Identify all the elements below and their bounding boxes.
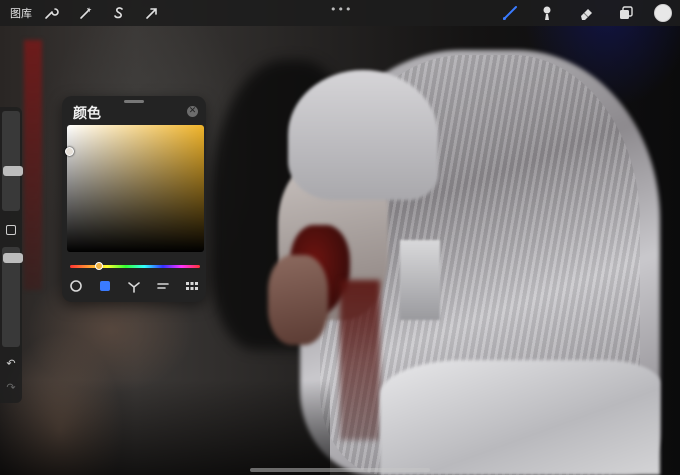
close-icon[interactable]: ✕ bbox=[187, 106, 198, 117]
brush-icon[interactable] bbox=[501, 4, 519, 22]
left-sidebar: ↶ ↷ bbox=[0, 107, 23, 403]
modify-button[interactable] bbox=[6, 225, 16, 235]
magic-wand-icon[interactable] bbox=[77, 4, 95, 22]
grid-icon[interactable] bbox=[184, 278, 200, 294]
redo-icon[interactable]: ↷ bbox=[4, 381, 18, 395]
gallery-button[interactable]: 图库 bbox=[10, 5, 32, 21]
brush-size-thumb[interactable] bbox=[3, 166, 23, 176]
arrow-cursor-icon[interactable] bbox=[143, 4, 161, 22]
canvas-hand bbox=[268, 255, 328, 345]
color-mode-tabs bbox=[68, 278, 200, 294]
canvas-red-stroke bbox=[24, 40, 42, 290]
top-toolbar: 图库 ••• bbox=[0, 0, 680, 26]
selection-s-icon[interactable] bbox=[110, 4, 128, 22]
layers-icon[interactable] bbox=[617, 4, 635, 22]
smudge-icon[interactable] bbox=[538, 4, 556, 22]
undo-icon[interactable]: ↶ bbox=[4, 357, 18, 371]
value-icon[interactable] bbox=[155, 278, 171, 294]
canvas-bottom-shadow bbox=[0, 380, 330, 475]
disc-icon[interactable] bbox=[68, 278, 84, 294]
brush-size-slider[interactable] bbox=[2, 111, 23, 211]
wrench-icon[interactable] bbox=[42, 4, 60, 22]
canvas-blood-neck bbox=[340, 280, 380, 440]
more-options-icon[interactable]: ••• bbox=[330, 3, 352, 16]
hue-slider-knob[interactable] bbox=[95, 262, 103, 270]
active-color-swatch[interactable] bbox=[654, 4, 672, 22]
square-icon[interactable] bbox=[97, 278, 113, 294]
home-indicator[interactable] bbox=[250, 468, 430, 472]
canvas-shirt bbox=[380, 360, 660, 475]
color-panel: 颜色 ✕ bbox=[62, 96, 206, 302]
panel-title: 颜色 bbox=[73, 106, 101, 122]
panel-grabber[interactable] bbox=[124, 100, 144, 103]
color-picker-handle[interactable] bbox=[65, 147, 74, 156]
opacity-thumb[interactable] bbox=[3, 253, 23, 263]
canvas-bangs bbox=[288, 70, 438, 200]
opacity-slider[interactable] bbox=[2, 247, 23, 347]
eraser-icon[interactable] bbox=[578, 4, 596, 22]
saturation-brightness-square[interactable] bbox=[67, 125, 204, 252]
canvas-collar bbox=[400, 240, 440, 320]
harmony-icon[interactable] bbox=[126, 278, 142, 294]
hue-slider[interactable] bbox=[70, 265, 200, 268]
